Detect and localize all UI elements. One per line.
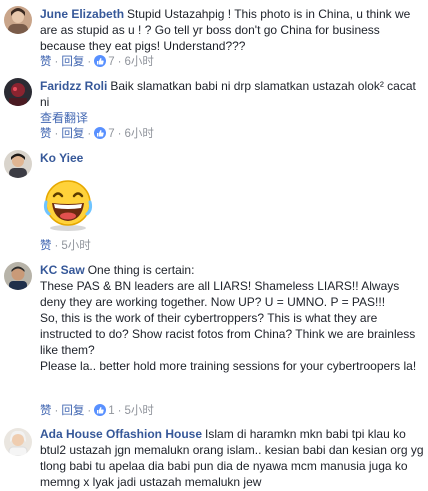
timestamp[interactable]: 6小时 xyxy=(124,56,153,68)
comment-text-line: Please la.. better hold more training se… xyxy=(40,359,417,373)
commenter-name[interactable]: KC Saw xyxy=(40,263,85,277)
reply-link[interactable]: 回复 xyxy=(61,128,84,140)
avatar[interactable] xyxy=(4,262,32,290)
comment-text-line: So, this is the work of their cybertropp… xyxy=(40,311,416,357)
avatar[interactable] xyxy=(4,6,32,34)
comment-text-line: These PAS & BN leaders are all LIARS! Sh… xyxy=(40,279,400,309)
like-reaction-icon[interactable] xyxy=(94,404,107,416)
laughing-emoji-sticker[interactable] xyxy=(40,176,96,232)
reaction-count[interactable]: 1 xyxy=(108,405,114,417)
timestamp[interactable]: 5小时 xyxy=(124,405,153,417)
timestamp[interactable]: 6小时 xyxy=(124,128,153,140)
like-reaction-icon[interactable] xyxy=(94,127,107,139)
timestamp[interactable]: 5小时 xyxy=(61,240,90,252)
like-link[interactable]: 赞 xyxy=(40,56,52,68)
avatar[interactable] xyxy=(4,78,32,106)
reply-link[interactable]: 回复 xyxy=(61,405,84,417)
reaction-count[interactable]: 7 xyxy=(108,56,114,68)
commenter-name[interactable]: June Elizabeth xyxy=(40,7,124,21)
like-link[interactable]: 赞 xyxy=(40,128,52,140)
see-translation-link[interactable]: 查看翻译 xyxy=(40,110,424,126)
like-reaction-icon[interactable] xyxy=(94,55,107,67)
reaction-count[interactable]: 7 xyxy=(108,128,114,140)
like-link[interactable]: 赞 xyxy=(40,405,52,417)
commenter-name[interactable]: Faridzz Roli xyxy=(40,79,107,93)
commenter-name[interactable]: Ada House Offashion House xyxy=(40,427,202,441)
commenter-name[interactable]: Ko Yiee xyxy=(40,151,83,165)
avatar[interactable] xyxy=(4,150,32,178)
like-link[interactable]: 赞 xyxy=(40,240,52,252)
avatar[interactable] xyxy=(4,428,32,456)
reply-link[interactable]: 回复 xyxy=(61,56,84,68)
comment-text-line: One thing is certain: xyxy=(87,263,195,277)
